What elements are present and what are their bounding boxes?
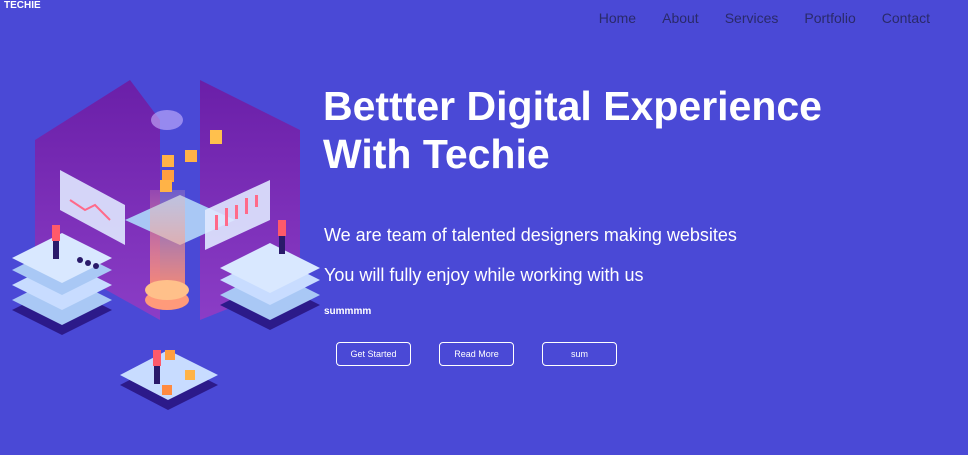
sum-button[interactable]: sum bbox=[542, 342, 617, 366]
nav-services[interactable]: Services bbox=[725, 10, 779, 26]
nav-portfolio[interactable]: Portfolio bbox=[804, 10, 855, 26]
logo[interactable]: TECHIE bbox=[4, 0, 41, 11]
hero-title-line2: With Techie bbox=[323, 131, 550, 177]
hero-title: Bettter Digital Experience With Techie bbox=[323, 82, 923, 178]
hero-subtitle-1: We are team of talented designers making… bbox=[324, 225, 737, 245]
hero-small-text: summmm bbox=[324, 306, 372, 317]
nav-about[interactable]: About bbox=[662, 10, 699, 26]
nav-contact[interactable]: Contact bbox=[882, 10, 930, 26]
nav-home[interactable]: Home bbox=[599, 10, 636, 26]
get-started-button[interactable]: Get Started bbox=[336, 342, 411, 366]
read-more-button[interactable]: Read More bbox=[439, 342, 514, 366]
hero-subtitle-2: You will fully enjoy while working with … bbox=[324, 265, 644, 285]
main-nav: Home About Services Portfolio Contact bbox=[599, 10, 930, 26]
isometric-data-center-illustration bbox=[12, 80, 320, 410]
hero-title-line1: Bettter Digital Experience bbox=[323, 83, 822, 129]
